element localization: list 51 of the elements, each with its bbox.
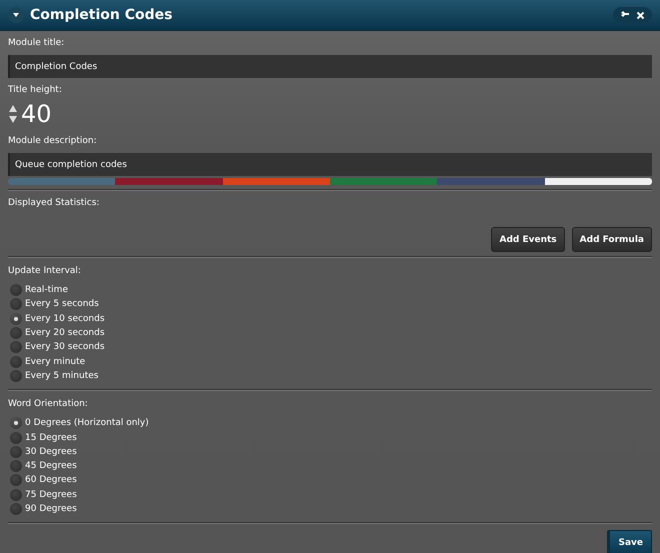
radio-button[interactable] — [10, 327, 22, 340]
radio-label[interactable]: Every 20 seconds — [25, 328, 105, 338]
radio-button[interactable] — [10, 341, 22, 354]
radio-label[interactable]: 75 Degrees — [25, 490, 77, 500]
radio-button[interactable] — [10, 370, 22, 382]
radio-label[interactable]: Every 30 seconds — [25, 342, 105, 352]
caret-icon — [12, 12, 20, 18]
window-title: Completion Codes — [30, 7, 172, 23]
radio-label[interactable]: 90 Degrees — [25, 504, 77, 514]
color-swatch[interactable] — [437, 178, 545, 185]
stepper-arrows-icon[interactable] — [8, 103, 18, 125]
field-label: Module description: — [8, 136, 98, 148]
radio-label[interactable]: Every 5 minutes — [25, 370, 98, 381]
add-button[interactable]: Add Formula — [572, 227, 652, 252]
close-icon[interactable] — [636, 10, 645, 20]
radio-button[interactable] — [10, 356, 22, 368]
section-label: Update Interval: — [8, 266, 82, 278]
radio-label[interactable]: Every 5 seconds — [25, 299, 99, 310]
radio-label[interactable]: 45 Degrees — [25, 461, 77, 472]
radio-button[interactable] — [10, 298, 22, 310]
field-label: Module title: — [8, 38, 66, 50]
radio-label[interactable]: 15 Degrees — [25, 432, 77, 443]
section-label: Displayed Statistics: — [8, 198, 100, 210]
section-label: Word Orientation: — [8, 399, 89, 412]
radio-label[interactable]: Real-time — [25, 285, 68, 296]
radio-button[interactable] — [10, 474, 22, 486]
radio-button[interactable] — [10, 503, 22, 515]
radio-label[interactable]: 0 Degrees (Horizontal only) — [25, 418, 149, 428]
collapse-button[interactable] — [8, 7, 24, 23]
color-swatch[interactable] — [544, 178, 652, 185]
radio-button[interactable] — [10, 460, 22, 472]
input-field[interactable]: Queue completion codes — [8, 153, 652, 176]
field-label: Title height: — [8, 85, 63, 97]
radio-button[interactable] — [10, 312, 22, 325]
number-value[interactable]: 40 — [21, 100, 52, 128]
radio-button[interactable] — [10, 417, 22, 430]
input-field[interactable]: Completion Codes — [8, 55, 652, 78]
radio-label[interactable]: Every minute — [25, 356, 86, 367]
radio-button[interactable] — [10, 432, 22, 444]
radio-label[interactable]: 30 Degrees — [25, 446, 77, 457]
radio-button[interactable] — [10, 488, 22, 501]
color-swatch[interactable] — [115, 178, 223, 185]
color-swatch[interactable] — [8, 178, 116, 185]
add-button[interactable]: Add Events — [491, 227, 565, 252]
save-button[interactable]: Save — [607, 530, 652, 553]
color-swatch[interactable] — [222, 178, 330, 185]
color-swatch[interactable] — [330, 178, 438, 185]
radio-label[interactable]: Every 10 seconds — [25, 314, 105, 324]
radio-button[interactable] — [10, 446, 22, 458]
radio-button[interactable] — [10, 284, 22, 296]
radio-label[interactable]: 60 Degrees — [25, 475, 77, 486]
